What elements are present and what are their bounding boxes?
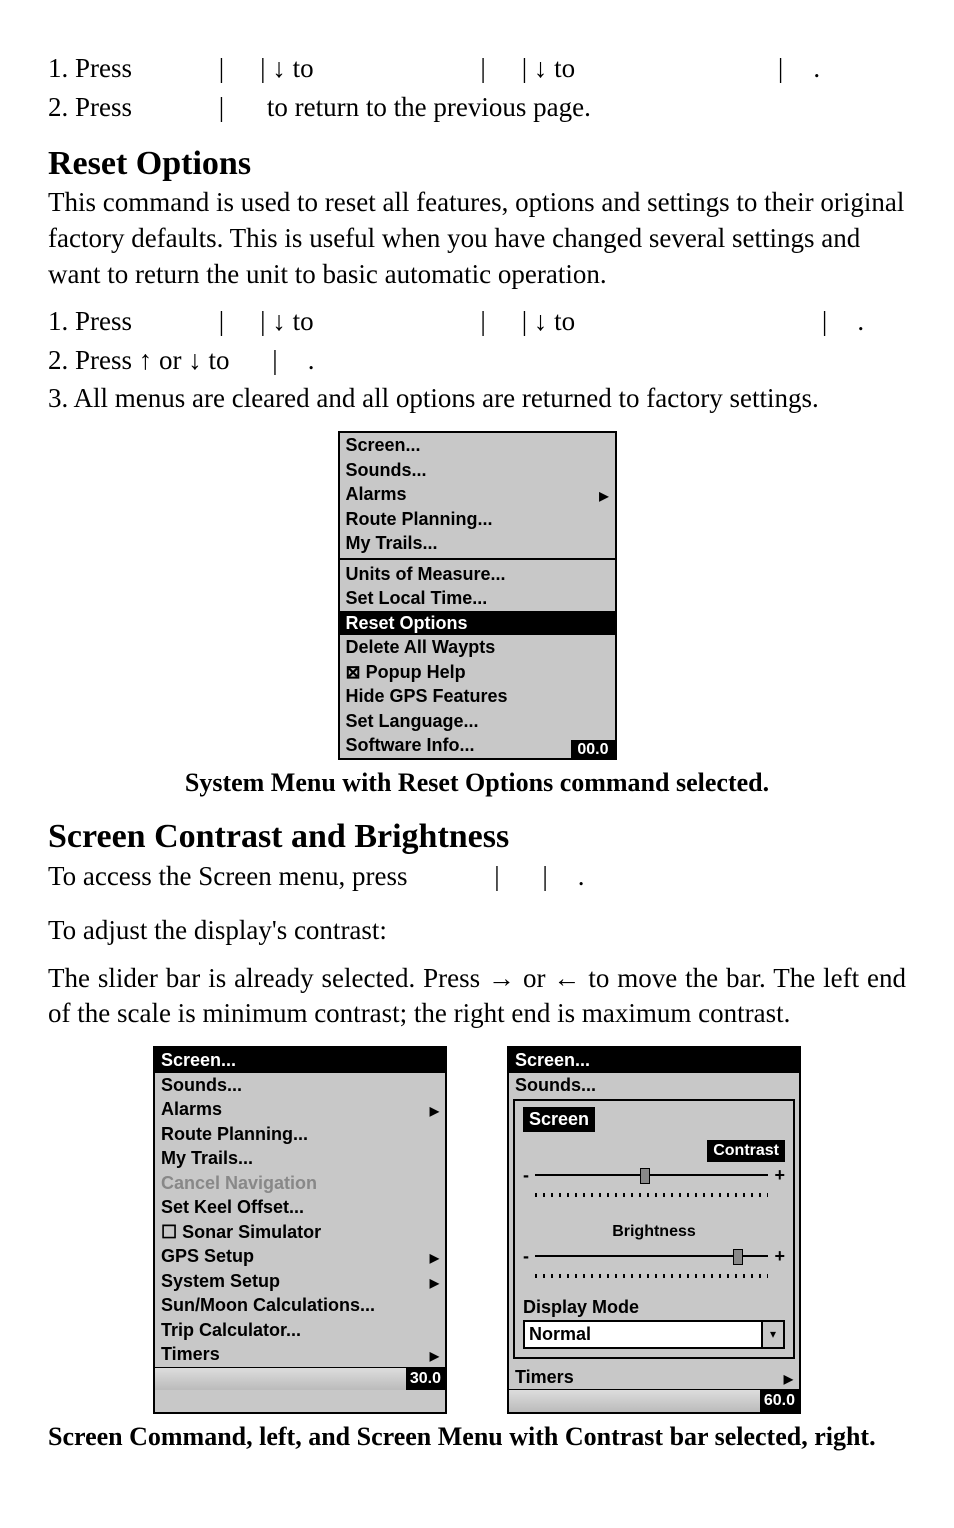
down-arrow-icon — [534, 306, 548, 336]
instruction-line-1: 1. Press || to || to |. — [48, 51, 906, 87]
menu-item-sonar-simulator[interactable]: ☐ Sonar Simulator — [155, 1220, 445, 1245]
menu-footer: 60.0 — [509, 1389, 799, 1412]
contrast-slider[interactable]: - + — [523, 1164, 785, 1187]
menu-item-hide-gps-features[interactable]: Hide GPS Features — [340, 684, 615, 709]
menu-item-alarms[interactable]: Alarms — [340, 482, 615, 507]
menu-divider — [340, 558, 615, 560]
menu-item-units-of-measure[interactable]: Units of Measure... — [340, 562, 615, 587]
menu-item-cancel-navigation: Cancel Navigation — [155, 1171, 445, 1196]
menu-item-screen[interactable]: Screen... — [155, 1048, 445, 1073]
screen-adjust-intro: To adjust the display's contrast: — [48, 913, 906, 949]
down-arrow-icon — [272, 306, 286, 336]
menu-item-alarms[interactable]: Alarms — [155, 1097, 445, 1122]
instruction-line-2: 2. Press | to return to the previous pag… — [48, 90, 906, 126]
brightness-slider-ticks: - + — [523, 1265, 785, 1288]
contrast-slider-ticks: - + — [523, 1184, 785, 1207]
menu-item-my-trails[interactable]: My Trails... — [340, 531, 615, 556]
submenu-arrow-icon — [424, 1270, 439, 1293]
paragraph-reset-description: This command is used to reset all featur… — [48, 185, 906, 292]
screen-access-line: To access the Screen menu, press | |. — [48, 859, 906, 895]
menu-item-trip-calculator[interactable]: Trip Calculator... — [155, 1318, 445, 1343]
right-arrow-icon — [488, 963, 515, 993]
menu-item-popup-help[interactable]: ⊠ Popup Help — [340, 660, 615, 685]
menu-item-gps-setup[interactable]: GPS Setup — [155, 1244, 445, 1269]
reset-step-2: 2. Press or to |. — [48, 343, 906, 379]
menu-item-set-language[interactable]: Set Language... — [340, 709, 615, 734]
menu-item-route-planning[interactable]: Route Planning... — [340, 507, 615, 532]
screen-adjust-paragraph: The slider bar is already selected. Pres… — [48, 961, 906, 1032]
menu-item-sounds[interactable]: Sounds... — [340, 458, 615, 483]
menu-footer-value: 00.0 — [571, 740, 614, 760]
down-arrow-icon — [534, 53, 548, 83]
menu-item-timers[interactable]: Timers — [509, 1365, 799, 1390]
caption-system-menu: System Menu with Reset Options command s… — [48, 768, 906, 798]
screen-panel: Screen Contrast - + - + Brightness — [513, 1099, 795, 1359]
up-arrow-icon — [139, 345, 153, 375]
menu-item-reset-options[interactable]: Reset Options — [340, 611, 615, 636]
display-mode-dropdown[interactable]: Normal ▾ — [523, 1320, 785, 1349]
submenu-arrow-icon — [424, 1245, 439, 1268]
down-arrow-icon — [188, 345, 202, 375]
menu-item-route-planning[interactable]: Route Planning... — [155, 1122, 445, 1147]
menu-footer: 30.0 — [155, 1367, 445, 1390]
contrast-label: Contrast — [707, 1140, 785, 1162]
reset-step-3: 3. All menus are cleared and all options… — [48, 381, 906, 417]
menu-item-sounds[interactable]: Sounds... — [509, 1073, 799, 1098]
menu-item-screen[interactable]: Screen... — [509, 1048, 799, 1073]
heading-reset-options: Reset Options — [48, 145, 906, 183]
brightness-slider[interactable]: - + — [523, 1245, 785, 1268]
submenu-arrow-icon — [424, 1343, 439, 1366]
system-menu-box: Screen... Sounds... Alarms Route Plannin… — [338, 431, 617, 760]
menu-item-set-local-time[interactable]: Set Local Time... — [340, 586, 615, 611]
display-mode-label: Display Mode — [523, 1296, 785, 1319]
screen-panel-title: Screen — [523, 1107, 595, 1132]
menu-item-sun-moon-calculations[interactable]: Sun/Moon Calculations... — [155, 1293, 445, 1318]
menu-item-screen[interactable]: Screen... — [340, 433, 615, 458]
menu-item-timers[interactable]: Timers — [155, 1342, 445, 1367]
menu-item-system-setup[interactable]: System Setup — [155, 1269, 445, 1294]
menu-item-delete-all-waypts[interactable]: Delete All Waypts — [340, 635, 615, 660]
left-arrow-icon — [553, 963, 580, 993]
dropdown-arrow-icon[interactable]: ▾ — [761, 1322, 783, 1347]
menu-item-my-trails[interactable]: My Trails... — [155, 1146, 445, 1171]
down-arrow-icon — [272, 53, 286, 83]
menu-item-sounds[interactable]: Sounds... — [155, 1073, 445, 1098]
menu-item-set-keel-offset[interactable]: Set Keel Offset... — [155, 1195, 445, 1220]
heading-screen-contrast: Screen Contrast and Brightness — [48, 818, 906, 856]
screen-command-menu: Screen... Sounds... Alarms Route Plannin… — [153, 1046, 447, 1414]
submenu-arrow-icon — [424, 1098, 439, 1121]
brightness-label: Brightness — [606, 1221, 702, 1243]
submenu-arrow-icon — [778, 1366, 793, 1389]
screen-settings-panel: Screen... Sounds... Screen Contrast - + … — [507, 1046, 801, 1414]
submenu-arrow-icon — [593, 483, 608, 506]
reset-step-1: 1. Press || to || to |. — [48, 304, 906, 340]
caption-screen-command: Screen Command, left, and Screen Menu wi… — [48, 1422, 906, 1452]
